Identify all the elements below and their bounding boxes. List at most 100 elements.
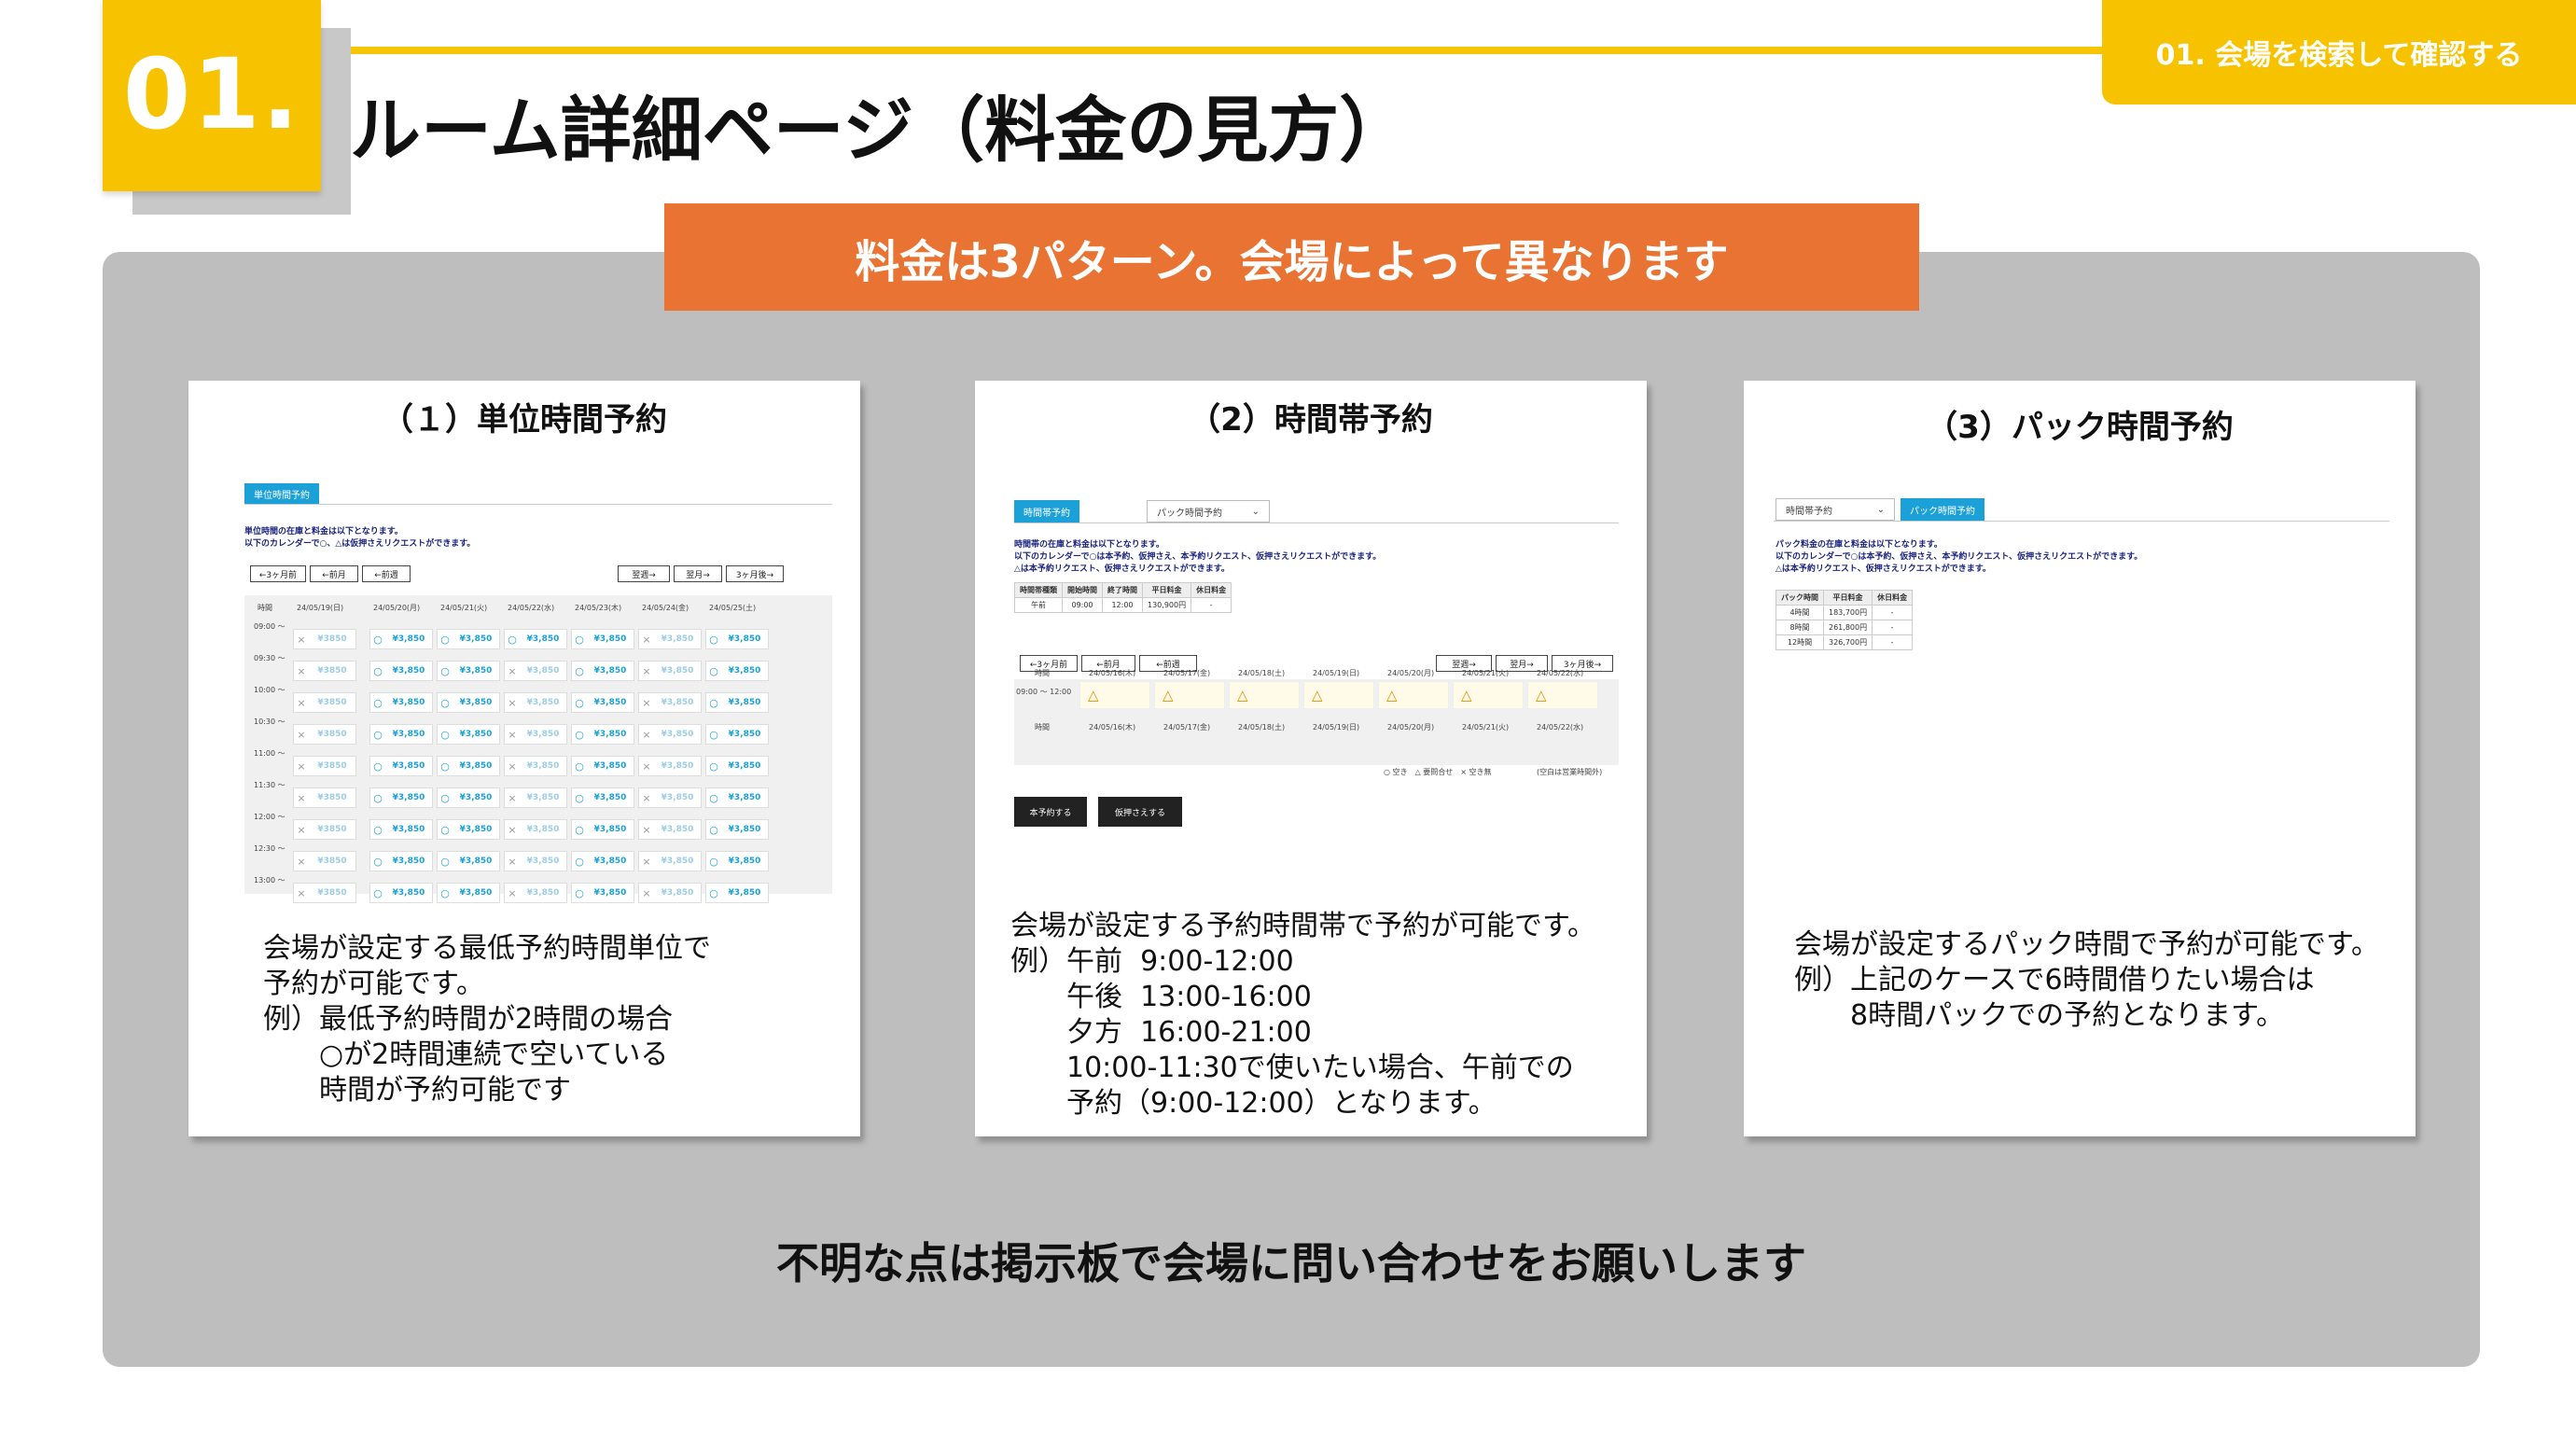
- availability-slot[interactable]: × ¥3850: [293, 819, 356, 840]
- availability-slot[interactable]: △: [1154, 681, 1225, 709]
- availability-slot[interactable]: ○ ¥3,850: [705, 883, 769, 903]
- availability-slot[interactable]: ○ ¥3,850: [705, 819, 769, 840]
- availability-slot[interactable]: △: [1079, 681, 1150, 709]
- availability-slot[interactable]: × ¥3,850: [504, 724, 567, 745]
- tab-pack-time[interactable]: パック時間予約: [1901, 498, 1984, 521]
- availability-slot[interactable]: ○ ¥3,850: [369, 692, 433, 713]
- availability-slot[interactable]: × ¥3850: [293, 724, 356, 745]
- availability-slot[interactable]: ○ ¥3,850: [437, 724, 500, 745]
- availability-slot[interactable]: △: [1453, 681, 1524, 709]
- availability-slot[interactable]: × ¥3,850: [638, 819, 702, 840]
- availability-slot[interactable]: ○ ¥3,850: [437, 819, 500, 840]
- nav-prev-month[interactable]: ←前月: [310, 565, 358, 582]
- availability-slot[interactable]: ○ ¥3,850: [571, 724, 634, 745]
- available-icon: ○: [575, 633, 584, 646]
- availability-slot[interactable]: ○ ¥3,850: [571, 756, 634, 776]
- availability-slot[interactable]: ○ ¥3,850: [705, 629, 769, 649]
- slot-price: ¥3,850: [392, 634, 425, 644]
- availability-slot[interactable]: ○ ¥3,850: [705, 724, 769, 745]
- slot-price: ¥3850: [317, 761, 347, 771]
- availability-slot[interactable]: × ¥3,850: [504, 819, 567, 840]
- book-button[interactable]: 本予約する: [1014, 797, 1087, 827]
- table-row: 午前 09:00 12:00 130,900円 -: [1014, 597, 1232, 613]
- availability-slot[interactable]: × ¥3850: [293, 787, 356, 808]
- availability-slot[interactable]: × ¥3,850: [638, 692, 702, 713]
- availability-slot[interactable]: ○ ¥3,850: [571, 883, 634, 903]
- availability-slot[interactable]: × ¥3,850: [638, 756, 702, 776]
- availability-slot[interactable]: ○ ¥3,850: [369, 724, 433, 745]
- availability-slot[interactable]: × ¥3,850: [504, 883, 567, 903]
- availability-slot[interactable]: × ¥3,850: [504, 787, 567, 808]
- availability-slot[interactable]: × ¥3850: [293, 756, 356, 776]
- availability-slot[interactable]: ○ ¥3,850: [437, 883, 500, 903]
- availability-slot[interactable]: ○ ¥3,850: [705, 692, 769, 713]
- availability-slot[interactable]: ○ ¥3,850: [571, 661, 634, 681]
- hold-button[interactable]: 仮押さえする: [1098, 797, 1182, 827]
- availability-slot[interactable]: ○ ¥3,850: [369, 756, 433, 776]
- tab-unit-time[interactable]: 単位時間予約: [244, 483, 319, 504]
- availability-slot[interactable]: × ¥3850: [293, 851, 356, 871]
- availability-slot[interactable]: ○ ¥3,850: [369, 851, 433, 871]
- nav-next-month[interactable]: 翌月→: [674, 565, 722, 582]
- available-icon: ○: [575, 823, 584, 836]
- availability-slot[interactable]: ○ ¥3,850: [437, 692, 500, 713]
- availability-slot[interactable]: △: [1229, 681, 1300, 709]
- availability-slot[interactable]: ○ ¥3,850: [705, 756, 769, 776]
- availability-slot[interactable]: ○ ¥3,850: [369, 883, 433, 903]
- availability-slot[interactable]: × ¥3,850: [638, 661, 702, 681]
- date-header: 24/05/18(土): [1238, 669, 1286, 677]
- availability-slot[interactable]: × ¥3,850: [504, 756, 567, 776]
- availability-slot[interactable]: ○ ¥3,850: [705, 787, 769, 808]
- inquire-icon: △: [1312, 687, 1323, 704]
- nav-prev-3months[interactable]: ←3ヶ月前: [250, 565, 306, 582]
- availability-slot[interactable]: × ¥3,850: [504, 851, 567, 871]
- availability-slot[interactable]: × ¥3,850: [638, 629, 702, 649]
- slot-price: ¥3,850: [661, 730, 694, 739]
- availability-slot[interactable]: ○ ¥3,850: [571, 851, 634, 871]
- availability-slot[interactable]: ○ ¥3,850: [369, 661, 433, 681]
- availability-slot[interactable]: × ¥3,850: [504, 692, 567, 713]
- availability-slot[interactable]: ○ ¥3,850: [571, 819, 634, 840]
- table-header-row: パック時間 平日料金 休日料金: [1775, 590, 1914, 606]
- slot-price: ¥3,850: [661, 698, 694, 707]
- availability-slot[interactable]: × ¥3,850: [504, 661, 567, 681]
- nav-prev-week[interactable]: ←前週: [362, 565, 411, 582]
- availability-slot[interactable]: × ¥3,850: [638, 724, 702, 745]
- availability-slot[interactable]: × ¥3,850: [638, 883, 702, 903]
- availability-slot[interactable]: × ¥3,850: [638, 851, 702, 871]
- availability-slot[interactable]: ○ ¥3,850: [369, 629, 433, 649]
- unavailable-icon: ×: [297, 696, 306, 709]
- availability-slot[interactable]: × ¥3850: [293, 629, 356, 649]
- availability-slot[interactable]: ○ ¥3,850: [705, 661, 769, 681]
- availability-slot[interactable]: × ¥3850: [293, 883, 356, 903]
- availability-slot[interactable]: ○ ¥3,850: [369, 819, 433, 840]
- availability-slot[interactable]: × ¥3850: [293, 661, 356, 681]
- tab-time-band[interactable]: 時間帯予約: [1014, 500, 1079, 522]
- availability-slot[interactable]: ○ ¥3,850: [437, 851, 500, 871]
- availability-slot[interactable]: ○ ¥3,850: [571, 692, 634, 713]
- nav-next-week[interactable]: 翌週→: [618, 565, 670, 582]
- availability-slot[interactable]: ○ ¥3,850: [571, 629, 634, 649]
- unavailable-icon: ×: [642, 633, 651, 646]
- availability-slot[interactable]: ○ ¥3,850: [437, 661, 500, 681]
- tab-pack-time[interactable]: パック時間予約 ⌄: [1147, 500, 1270, 522]
- availability-slot[interactable]: × ¥3,850: [638, 787, 702, 808]
- time-header: 時間: [1035, 723, 1050, 731]
- availability-slot[interactable]: △: [1303, 681, 1374, 709]
- unavailable-icon: ×: [297, 759, 306, 773]
- tab-time-band[interactable]: 時間帯予約 ⌄: [1775, 498, 1895, 521]
- nav-next-3months[interactable]: 3ヶ月後→: [726, 565, 784, 582]
- available-icon: ○: [508, 633, 517, 646]
- availability-slot[interactable]: ○ ¥3,850: [504, 629, 567, 649]
- available-icon: ○: [709, 886, 718, 899]
- availability-slot[interactable]: ○ ¥3,850: [369, 787, 433, 808]
- availability-slot[interactable]: ○ ¥3,850: [571, 787, 634, 808]
- availability-slot[interactable]: △: [1378, 681, 1449, 709]
- availability-slot[interactable]: ○ ¥3,850: [437, 629, 500, 649]
- date-header: 24/05/20(月): [1387, 723, 1435, 731]
- availability-slot[interactable]: ○ ¥3,850: [437, 756, 500, 776]
- availability-slot[interactable]: ○ ¥3,850: [437, 787, 500, 808]
- availability-slot[interactable]: ○ ¥3,850: [705, 851, 769, 871]
- availability-slot[interactable]: × ¥3850: [293, 692, 356, 713]
- availability-slot[interactable]: △: [1527, 681, 1598, 709]
